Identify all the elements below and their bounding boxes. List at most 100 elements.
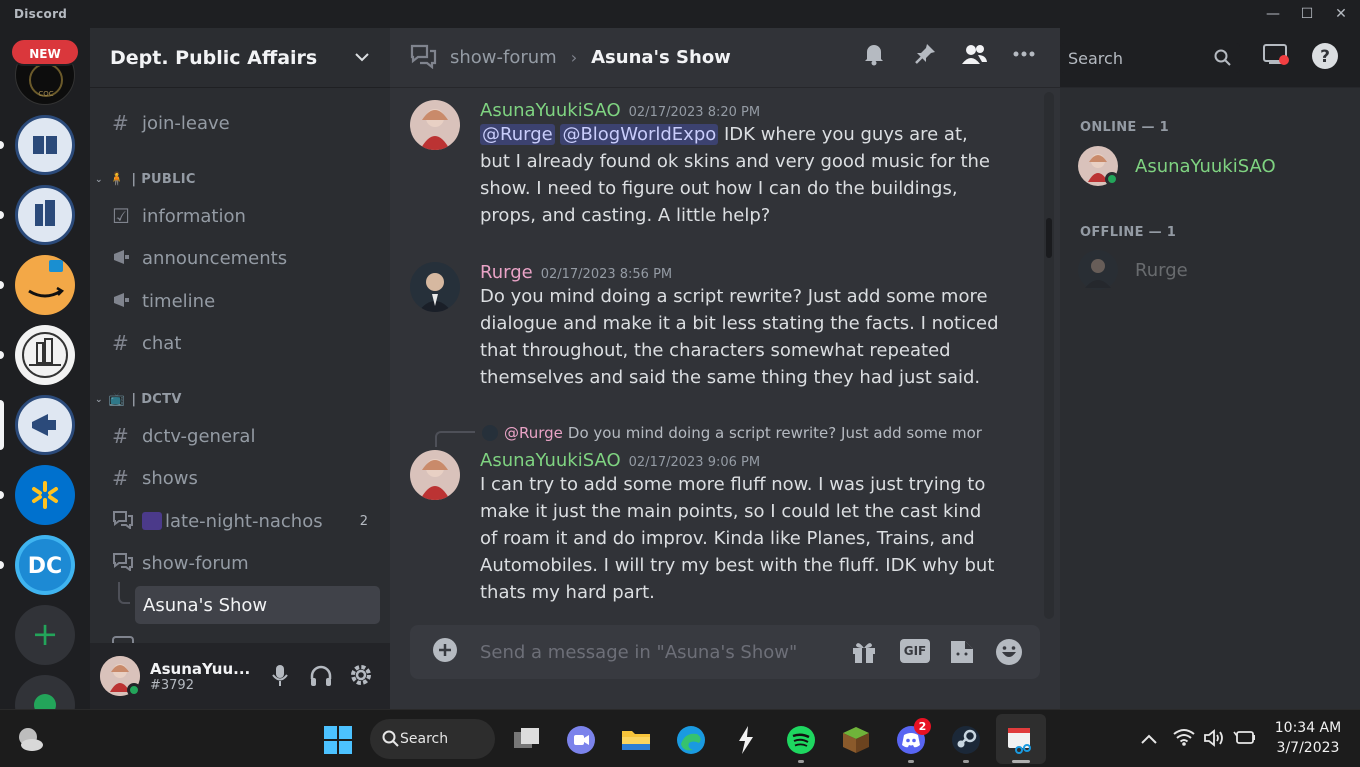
gif-button[interactable]: GIF [900, 639, 930, 663]
thread-title: Asuna's Show [591, 47, 731, 68]
hashtag-icon: # [112, 331, 129, 355]
message-text: Do you mind doing a script rewrite? Just… [480, 286, 999, 388]
emoji-icon[interactable] [994, 637, 1024, 671]
discord-notification-badge: 2 [914, 718, 931, 735]
server-icon-education[interactable] [15, 115, 75, 175]
category-public[interactable]: ⌄ 🧍 | PUBLIC [95, 172, 196, 187]
member-item[interactable]: AsunaYuukiSAO [1078, 144, 1348, 188]
server-icon-public-affairs[interactable] [15, 395, 75, 455]
close-button[interactable]: ✕ [1326, 3, 1356, 25]
mention-rurge[interactable]: @Rurge [480, 124, 555, 145]
channel-join-leave[interactable]: # join-leave [100, 104, 380, 142]
teams-chat-icon[interactable] [565, 724, 597, 756]
message-author[interactable]: Rurge [480, 262, 533, 283]
message: Rurge 02/17/2023 8:56 PM Do you mind doin… [410, 262, 1010, 402]
volume-icon[interactable] [1203, 728, 1225, 752]
server-header[interactable]: Dept. Public Affairs [90, 28, 390, 88]
minecraft-icon[interactable] [840, 724, 872, 756]
server-name: Dept. Public Affairs [110, 46, 318, 69]
inbox-icon[interactable] [1262, 42, 1290, 70]
lightning-app-icon[interactable] [730, 724, 762, 756]
steam-icon[interactable] [950, 724, 982, 756]
reply-avatar [482, 425, 498, 441]
thread-asunas-show[interactable]: Asuna's Show [135, 586, 380, 624]
member-item[interactable]: Rurge [1078, 248, 1348, 292]
add-attachment-icon[interactable] [432, 637, 458, 667]
user-avatar[interactable] [410, 450, 460, 500]
clock[interactable]: 10:34 AM 3/7/2023 [1268, 718, 1348, 758]
minimize-button[interactable]: — [1258, 3, 1288, 25]
headphones-icon[interactable] [309, 664, 333, 692]
task-view-icon[interactable] [511, 724, 543, 756]
channel-chat[interactable]: # chat [100, 324, 380, 362]
reply-preview[interactable]: @Rurge Do you mind doing a script rewrit… [482, 422, 982, 444]
channel-label: announcements [142, 247, 288, 269]
server-icon-walmart[interactable] [15, 465, 75, 525]
file-explorer-icon[interactable] [620, 724, 652, 756]
server-icon-dc[interactable]: DC [15, 535, 75, 595]
weather-icon[interactable] [14, 725, 44, 757]
channel-late-night-nachos[interactable]: late-night-nachos 2 [100, 502, 380, 540]
server-icon-construction[interactable] [15, 185, 75, 245]
user-avatar[interactable] [410, 262, 460, 312]
maximize-button[interactable]: ☐ [1292, 3, 1322, 25]
search-input[interactable]: Search [1060, 43, 1240, 73]
gift-icon[interactable] [850, 639, 878, 669]
windows-start-icon[interactable] [322, 724, 354, 756]
scrollbar-thumb[interactable] [1046, 218, 1052, 258]
channel-information[interactable]: ☑ information [100, 197, 380, 235]
person-emoji-icon: 🧍 [108, 172, 126, 187]
wifi-icon[interactable] [1173, 728, 1195, 750]
channel-timeline[interactable]: timeline [100, 282, 380, 320]
user-avatar[interactable] [100, 656, 141, 697]
unread-pip [0, 561, 4, 569]
svg-text:DC: DC [28, 554, 62, 579]
next-channel-peek [112, 636, 134, 643]
category-dctv[interactable]: ⌄ 📺 | DCTV [95, 392, 182, 407]
mention-blogworldexpo[interactable]: @BlogWorldExpo [560, 124, 719, 145]
selected-server-indicator [0, 400, 4, 450]
unread-pip [0, 211, 4, 219]
edge-browser-icon[interactable] [675, 724, 707, 756]
category-label: | DCTV [131, 392, 182, 407]
message-author[interactable]: AsunaYuukiSAO [480, 450, 621, 471]
message-author[interactable]: AsunaYuukiSAO [480, 100, 621, 121]
help-icon[interactable]: ? [1311, 42, 1339, 70]
notification-bell-icon[interactable] [860, 42, 888, 70]
message-input[interactable]: Send a message in "Asuna's Show" [480, 642, 797, 663]
forum-icon [410, 43, 438, 73]
battery-icon[interactable] [1233, 729, 1257, 751]
explore-servers-button[interactable] [15, 675, 75, 709]
pin-icon[interactable] [911, 42, 939, 70]
user-avatar[interactable] [410, 100, 460, 150]
reply-author[interactable]: @Rurge [504, 424, 563, 442]
more-options-icon[interactable] [1010, 42, 1038, 70]
breadcrumb-forum[interactable]: show-forum [450, 47, 557, 68]
chevron-up-icon[interactable] [1140, 730, 1158, 749]
server-icon-amazon[interactable] [15, 255, 75, 315]
channel-shows[interactable]: # shows [100, 459, 380, 497]
settings-gear-icon[interactable] [349, 663, 373, 691]
server-icon-city[interactable] [15, 325, 75, 385]
sticker-icon[interactable] [948, 638, 976, 670]
add-server-button[interactable]: + [15, 605, 75, 665]
unread-pip [0, 281, 4, 289]
spotify-icon[interactable] [785, 724, 817, 756]
search-icon [382, 730, 400, 752]
channel-announcements[interactable]: announcements [100, 239, 380, 277]
snipping-tool-icon[interactable] [1005, 724, 1037, 756]
channel-label: shows [142, 467, 198, 489]
taskbar-search[interactable]: Search [370, 719, 495, 759]
scrollbar-track[interactable] [1044, 92, 1054, 619]
channel-show-forum[interactable]: show-forum [100, 544, 380, 582]
chevron-down-icon [354, 50, 370, 66]
channel-dctv-general[interactable]: # dctv-general [100, 417, 380, 455]
message-composer[interactable]: Send a message in "Asuna's Show" GIF [410, 625, 1040, 679]
member-name: Rurge [1135, 259, 1188, 281]
member-list: ONLINE — 1 AsunaYuukiSAO OFFLINE — 1 Rur… [1060, 88, 1360, 709]
microphone-icon[interactable] [271, 664, 289, 692]
members-list-icon[interactable] [960, 42, 988, 70]
message-text: I can try to add some more fluff now. I … [480, 474, 995, 603]
hashtag-icon: # [112, 111, 129, 135]
hashtag-thread-icon: # [112, 466, 129, 490]
